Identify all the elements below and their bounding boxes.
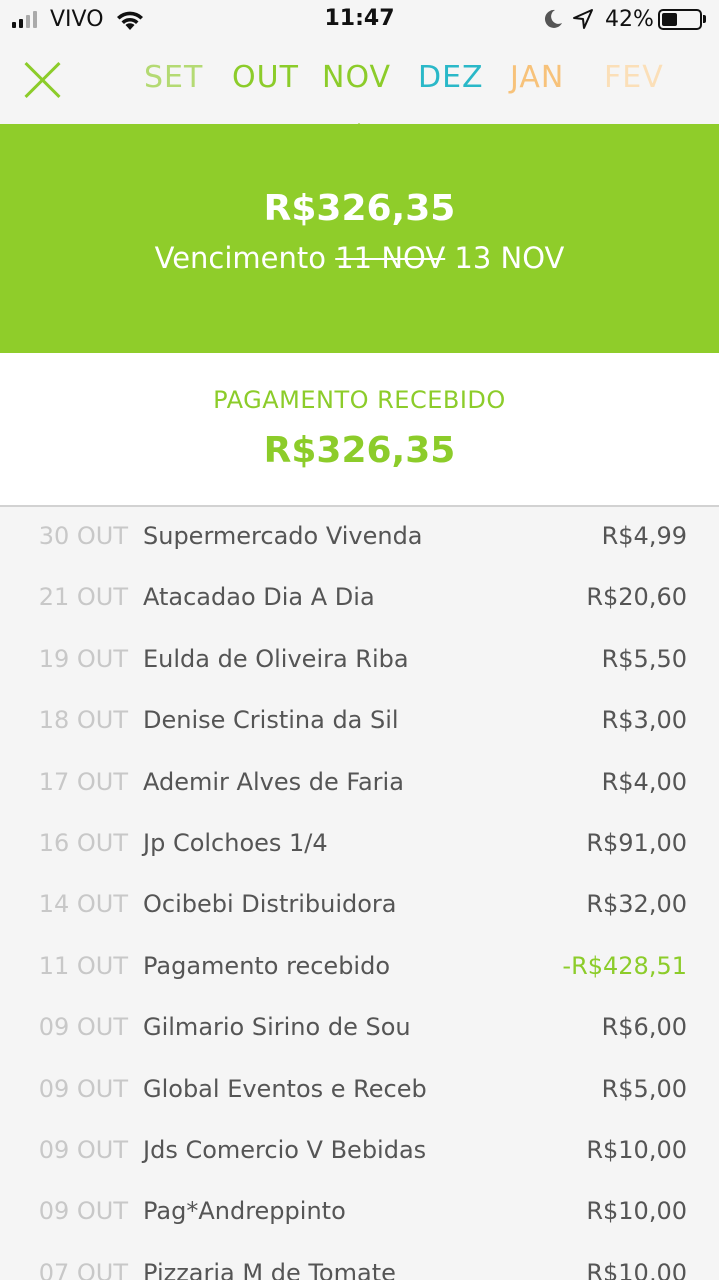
transaction-date: 09 OUT <box>38 1074 128 1103</box>
transaction-list[interactable]: 30 OUT Supermercado Vivenda R$4,99 21 OUT At… <box>0 508 719 1280</box>
bill-due-date: Vencimento 11 NOV 13 NOV <box>0 241 719 275</box>
transaction-amount: R$5,00 <box>601 1074 687 1103</box>
battery-percent: 42% <box>605 7 654 32</box>
transaction-description: Supermercado Vivenda <box>143 522 423 550</box>
transaction-amount: R$10,00 <box>586 1197 687 1226</box>
original-due-date: 11 NOV <box>335 241 446 275</box>
status-bar: VIVO 11:47 42% <box>0 0 719 40</box>
tab-month-dez[interactable]: DEZ <box>418 60 484 95</box>
transaction-amount: R$10,00 <box>586 1258 687 1280</box>
payment-received-amount: R$326,35 <box>263 430 456 471</box>
transaction-row[interactable]: 30 OUT Supermercado Vivenda R$4,99 <box>0 508 719 569</box>
transaction-description: Eulda de Oliveira Riba <box>143 644 409 673</box>
transaction-date: 11 OUT <box>38 951 128 980</box>
transaction-date: 09 OUT <box>38 1197 128 1226</box>
transaction-row[interactable]: 07 OUT Pizzaria M de Tomate R$10,00 <box>0 1245 719 1280</box>
tab-month-nov[interactable]: NOV <box>322 60 391 95</box>
transaction-date: 14 OUT <box>38 890 128 919</box>
transaction-row[interactable]: 09 OUT Gilmario Sirino de Sou R$6,00 <box>0 999 719 1060</box>
transaction-row[interactable]: 18 OUT Denise Cristina da Sil R$3,00 <box>0 692 719 753</box>
transaction-date: 17 OUT <box>38 767 128 796</box>
due-date-label: Vencimento <box>154 241 327 275</box>
battery-level-fill <box>662 13 677 26</box>
transaction-row[interactable]: 09 OUT Global Eventos e Receb R$5,00 <box>0 1061 719 1122</box>
do-not-disturb-moon-icon <box>544 9 562 28</box>
tab-month-fev[interactable]: FEV <box>604 60 664 95</box>
battery-icon <box>658 9 702 30</box>
transaction-amount: R$10,00 <box>586 1136 687 1164</box>
transaction-date: 09 OUT <box>38 1136 128 1164</box>
transaction-amount: R$4,99 <box>601 522 687 550</box>
transaction-date: 30 OUT <box>38 522 128 550</box>
transaction-description: Pizzaria M de Tomate <box>143 1258 396 1280</box>
transaction-date: 18 OUT <box>38 706 128 735</box>
month-tabs: SET OUT NOV DEZ JAN FEV <box>140 60 670 104</box>
transaction-row[interactable]: 09 OUT Pag*Andreppinto R$10,00 <box>0 1183 719 1244</box>
transaction-row[interactable]: 21 OUT Atacadao Dia A Dia R$20,60 <box>0 569 719 630</box>
transaction-description: Pag*Andreppinto <box>143 1197 346 1226</box>
tab-month-out[interactable]: OUT <box>232 60 299 95</box>
bill-summary-banner: R$326,35 Vencimento 11 NOV 13 NOV <box>0 124 719 353</box>
transaction-description: Pagamento recebido <box>143 951 391 980</box>
transaction-date: 19 OUT <box>38 644 128 673</box>
transaction-amount: R$32,00 <box>586 890 687 919</box>
transaction-amount: R$91,00 <box>586 829 687 857</box>
transaction-row[interactable]: 09 OUT Jds Comercio V Bebidas R$10,00 <box>0 1122 719 1183</box>
payment-received-label: PAGAMENTO RECEBIDO <box>213 386 506 414</box>
bill-total-amount: R$326,35 <box>263 188 456 229</box>
header: SET OUT NOV DEZ JAN FEV <box>0 40 719 124</box>
new-due-date: 13 NOV <box>454 241 565 275</box>
transaction-description: Gilmario Sirino de Sou <box>143 1013 411 1042</box>
tab-month-jan[interactable]: JAN <box>510 60 564 95</box>
tab-month-set[interactable]: SET <box>144 60 203 95</box>
transaction-description: Global Eventos e Receb <box>143 1074 427 1103</box>
transaction-row[interactable]: 19 OUT Eulda de Oliveira Riba R$5,50 <box>0 631 719 692</box>
transaction-description: Jp Colchoes 1/4 <box>143 829 328 857</box>
transaction-amount: R$3,00 <box>601 706 687 735</box>
transaction-description: Jds Comercio V Bebidas <box>143 1136 427 1164</box>
selected-month-pointer <box>343 123 375 137</box>
transaction-date: 09 OUT <box>38 1013 128 1042</box>
transaction-date: 16 OUT <box>38 829 128 857</box>
transaction-row[interactable]: 17 OUT Ademir Alves de Faria R$4,00 <box>0 754 719 815</box>
transaction-amount: -R$428,51 <box>562 951 687 980</box>
location-arrow-icon <box>573 9 593 29</box>
transaction-row[interactable]: 14 OUT Ocibebi Distribuidora R$32,00 <box>0 876 719 937</box>
transaction-amount: R$20,60 <box>586 583 687 612</box>
close-icon[interactable] <box>24 62 62 100</box>
payment-received-card: PAGAMENTO RECEBIDO R$326,35 <box>0 353 719 507</box>
transaction-amount: R$6,00 <box>601 1013 687 1042</box>
transaction-description: Ademir Alves de Faria <box>143 767 404 796</box>
transaction-description: Denise Cristina da Sil <box>143 706 399 735</box>
transaction-row[interactable]: 16 OUT Jp Colchoes 1/4 R$91,00 <box>0 815 719 876</box>
transaction-date: 07 OUT <box>38 1258 128 1280</box>
transaction-amount: R$4,00 <box>601 767 687 796</box>
transaction-description: Ocibebi Distribuidora <box>143 890 397 919</box>
transaction-row[interactable]: 11 OUT Pagamento recebido -R$428,51 <box>0 938 719 999</box>
battery-tip <box>703 15 706 23</box>
transaction-date: 21 OUT <box>38 583 128 612</box>
transaction-amount: R$5,50 <box>601 644 687 673</box>
transaction-description: Atacadao Dia A Dia <box>143 583 375 612</box>
